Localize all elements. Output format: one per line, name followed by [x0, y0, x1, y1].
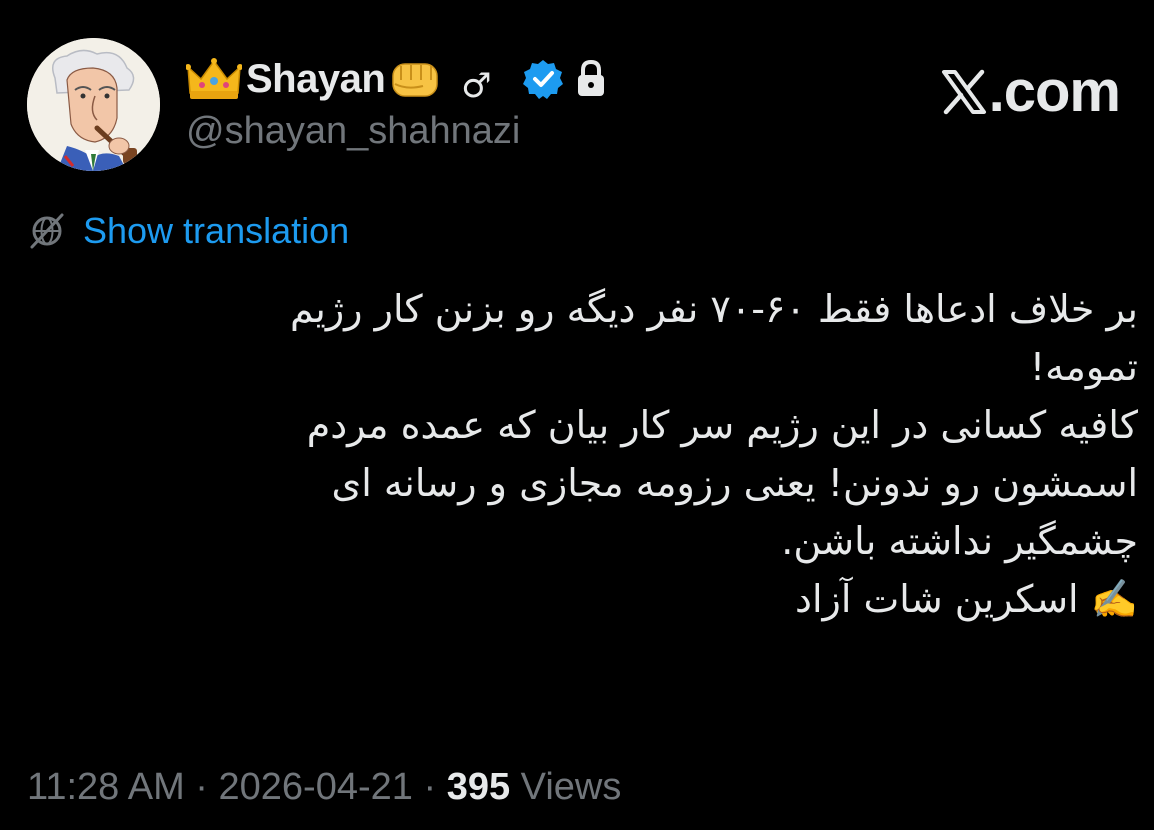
tweet-line: اسمشون رو ندونن! یعنی رزومه مجازی و رسان…: [331, 461, 1139, 505]
author-name-row: Shayan ♂: [186, 52, 608, 106]
meta-separator: ·: [423, 766, 437, 808]
tweet-time[interactable]: 11:28 AM: [27, 766, 185, 808]
tweet-line: ✍️ اسکرین شات آزاد: [795, 577, 1138, 621]
x-com-watermark: .com: [941, 58, 1121, 125]
oncoming-fist-emoji-icon: [392, 63, 439, 97]
avatar-caricature-image: [27, 38, 160, 171]
x-logo-icon: [941, 69, 986, 114]
views-count: 395: [446, 766, 511, 808]
tweet-line: چشمگیر نداشته باشن.: [781, 519, 1138, 563]
translation-row: Show translation: [27, 210, 349, 252]
translate-globe-icon: [30, 213, 64, 249]
meta-separator: ·: [195, 766, 208, 808]
tweet-line: بر خلاف ادعاها فقط ۶۰-۷۰ نفر دیگه رو بزن…: [289, 287, 1138, 331]
tweet-date[interactable]: 2026-04-21: [219, 766, 413, 808]
tweet-line: تمومه!: [1029, 345, 1138, 389]
author-avatar[interactable]: [27, 38, 160, 171]
crown-emoji-icon: [186, 58, 242, 99]
gender-symbol: ♂: [461, 66, 492, 106]
verified-badge-icon[interactable]: [522, 58, 564, 100]
tweet-meta: 11:28 AM · 2026-04-21 · 395 Views: [27, 766, 621, 809]
lock-icon: [577, 59, 604, 96]
show-translation-link[interactable]: Show translation: [83, 210, 349, 252]
author-display-name[interactable]: Shayan: [246, 57, 386, 102]
x-com-text: .com: [988, 59, 1121, 124]
author-handle[interactable]: @shayan_shahnazi: [186, 110, 520, 153]
tweet-line: کافیه کسانی در این رژیم سر کار بیان که ع…: [306, 403, 1138, 447]
tweet-text: بر خلاف ادعاها فقط ۶۰-۷۰ نفر دیگه رو بزن…: [138, 280, 1138, 628]
views-label: Views: [520, 766, 622, 808]
